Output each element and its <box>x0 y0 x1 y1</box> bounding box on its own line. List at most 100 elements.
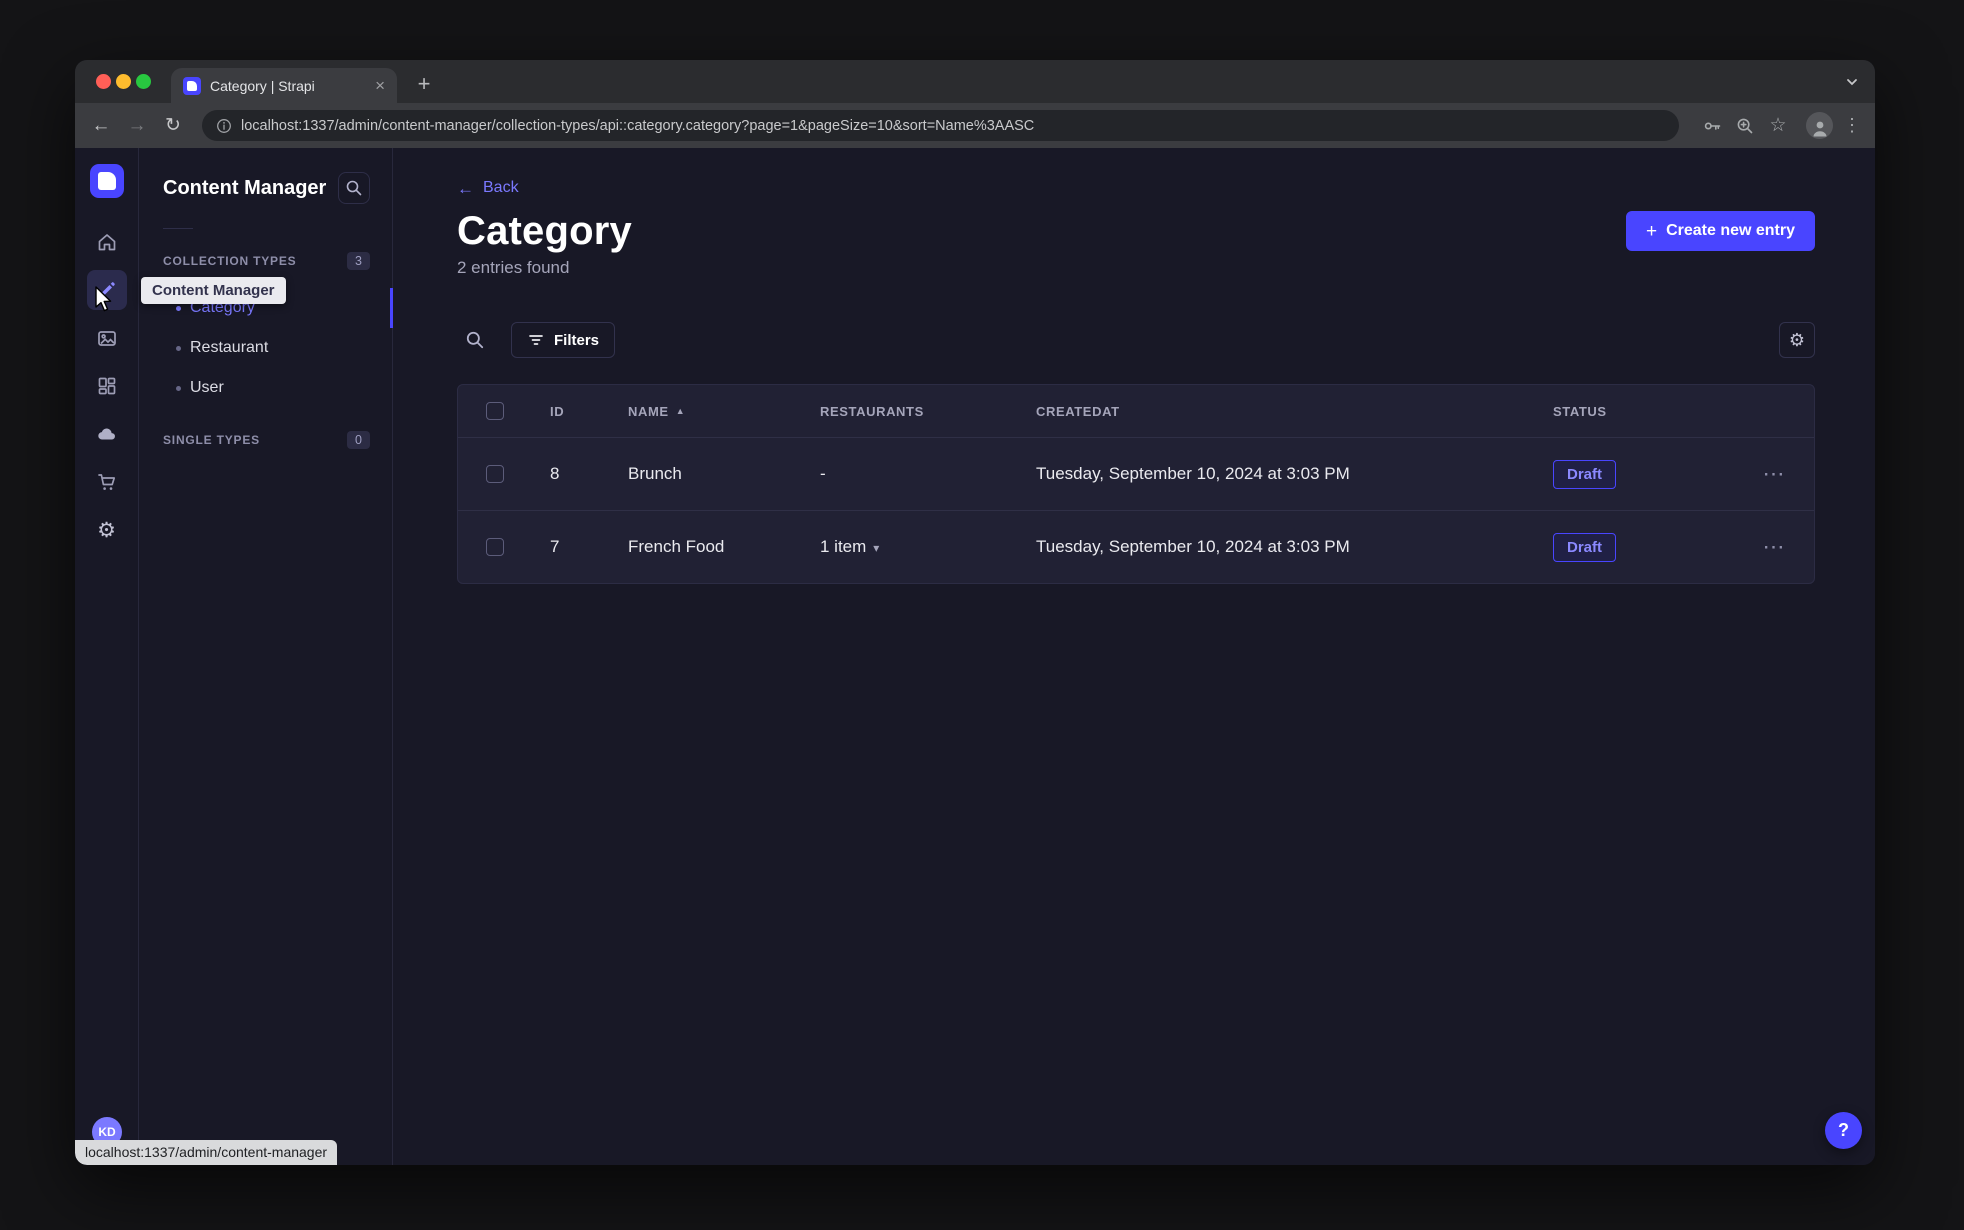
sidebar-item-label: Restaurant <box>190 339 269 356</box>
cell-id: 7 <box>550 537 560 556</box>
zoom-icon[interactable] <box>1731 112 1759 140</box>
bookmark-star-icon[interactable]: ☆ <box>1764 112 1792 140</box>
entries-table: ID NAME ▲ RESTAURANTS CREATEDAT STATUS 8 … <box>457 384 1815 584</box>
home-icon <box>98 234 115 251</box>
new-tab-button[interactable]: + <box>409 69 439 99</box>
zoom-window-button[interactable] <box>136 74 151 89</box>
collection-types-count-badge: 3 <box>347 252 370 270</box>
browser-profile-avatar[interactable] <box>1806 112 1833 139</box>
tab-title: Category | Strapi <box>210 77 315 94</box>
nav-content-type-builder-button[interactable] <box>87 366 127 406</box>
bullet-icon <box>176 385 181 391</box>
sidebar-divider <box>163 228 193 229</box>
nav-media-library-button[interactable] <box>87 318 127 358</box>
nav-settings-button[interactable]: ⚙ <box>87 510 127 550</box>
browser-tab[interactable]: Category | Strapi × <box>171 68 397 103</box>
cell-name: French Food <box>628 537 725 556</box>
nav-home-button[interactable] <box>87 222 127 262</box>
sidebar-item-label: User <box>190 379 224 396</box>
search-icon <box>466 331 484 349</box>
url-text: localhost:1337/admin/content-manager/col… <box>241 117 1035 134</box>
browser-back-button[interactable]: ← <box>86 111 116 141</box>
picture-icon <box>97 331 116 346</box>
browser-toolbar: ← → ↻ localhost:1337/admin/content-manag… <box>75 103 1875 148</box>
header-name[interactable]: NAME ▲ <box>610 404 802 419</box>
browser-menu-icon[interactable]: ⋮ <box>1843 115 1861 136</box>
header-id[interactable]: ID <box>532 404 610 419</box>
tab-strip: Category | Strapi × + <box>75 60 1875 103</box>
layout-icon <box>98 377 115 395</box>
single-types-label: SINGLE TYPES <box>163 433 260 447</box>
minimize-window-button[interactable] <box>116 74 131 89</box>
collection-types-label: COLLECTION TYPES <box>163 254 297 268</box>
tab-close-icon[interactable]: × <box>373 77 387 94</box>
address-bar[interactable]: localhost:1337/admin/content-manager/col… <box>202 110 1679 141</box>
gear-icon: ⚙ <box>1788 330 1806 350</box>
cart-icon <box>97 474 115 490</box>
browser-window: Category | Strapi × + ← → ↻ localhost:13… <box>75 60 1875 1165</box>
close-window-button[interactable] <box>96 74 111 89</box>
bullet-icon <box>176 345 181 351</box>
password-manager-icon[interactable] <box>1698 112 1726 140</box>
pencil-icon <box>99 282 115 297</box>
cell-restaurants[interactable]: 1 item ▾ <box>802 537 1018 557</box>
sidebar-title: Content Manager <box>163 176 327 199</box>
cell-id: 8 <box>550 464 560 483</box>
browser-forward-button[interactable]: → <box>122 111 152 141</box>
list-search-button[interactable] <box>457 322 493 358</box>
help-button[interactable]: ? <box>1825 1112 1862 1149</box>
cell-createdat: Tuesday, September 10, 2024 at 3:03 PM <box>1036 464 1350 483</box>
sidebar-item-user[interactable]: User <box>139 368 392 408</box>
chevron-down-icon: ▾ <box>873 541 880 555</box>
nav-marketplace-button[interactable] <box>87 462 127 502</box>
traffic-lights <box>96 60 151 103</box>
row-checkbox[interactable] <box>486 465 504 483</box>
table-header-row: ID NAME ▲ RESTAURANTS CREATEDAT STATUS <box>458 385 1814 437</box>
rail-tooltip: Content Manager <box>141 277 286 304</box>
header-createdat[interactable]: CREATEDAT <box>1018 404 1535 419</box>
back-label: Back <box>483 179 519 196</box>
entries-count: 2 entries found <box>457 258 570 277</box>
filter-icon <box>529 335 543 345</box>
bullet-icon <box>176 305 181 311</box>
strapi-logo[interactable] <box>89 164 124 198</box>
create-button-label: Create new entry <box>1666 222 1795 239</box>
filters-button[interactable]: Filters <box>511 322 616 358</box>
row-checkbox[interactable] <box>486 538 504 556</box>
link-status-bubble: localhost:1337/admin/content-manager <box>75 1140 338 1165</box>
cell-name: Brunch <box>628 464 682 483</box>
row-actions-button[interactable]: ⋯ <box>1716 534 1814 560</box>
sidebar-item-restaurant[interactable]: Restaurant <box>139 328 392 368</box>
main-nav-rail: ⚙ KD <box>75 148 139 1165</box>
sidebar-search-button[interactable] <box>338 172 370 204</box>
row-actions-button[interactable]: ⋯ <box>1716 461 1814 487</box>
header-status: STATUS <box>1553 403 1607 419</box>
filters-label: Filters <box>554 331 600 349</box>
cell-restaurants: - <box>820 464 826 483</box>
create-new-entry-button[interactable]: + Create new entry <box>1625 211 1815 251</box>
tab-search-chevron-icon[interactable] <box>1843 60 1861 103</box>
view-settings-button[interactable]: ⚙ <box>1779 322 1815 358</box>
arrow-left-icon: ← <box>457 178 474 198</box>
select-all-checkbox[interactable] <box>486 402 504 420</box>
strapi-favicon-icon <box>183 76 201 95</box>
back-link[interactable]: ← Back <box>457 176 519 200</box>
single-types-count-badge: 0 <box>347 431 370 449</box>
nav-content-manager-button[interactable] <box>86 270 127 310</box>
browser-reload-button[interactable]: ↻ <box>158 111 188 141</box>
table-row[interactable]: 7 French Food 1 item ▾ Tuesday, September… <box>458 510 1814 583</box>
sort-asc-icon: ▲ <box>675 405 686 416</box>
strapi-admin: ⚙ KD Content Manager COLLECTION TYPES 3 … <box>75 148 1875 1165</box>
nav-cloud-button[interactable] <box>87 414 127 454</box>
cell-createdat: Tuesday, September 10, 2024 at 3:03 PM <box>1036 537 1350 556</box>
search-icon <box>346 180 362 196</box>
plus-icon: + <box>1645 220 1658 242</box>
gear-icon: ⚙ <box>97 518 116 542</box>
status-badge: Draft <box>1553 532 1617 562</box>
list-view: ← Back Category + Create new entry 2 ent… <box>393 148 1875 1165</box>
page-title: Category <box>457 209 632 253</box>
header-restaurants: RESTAURANTS <box>820 403 924 419</box>
site-info-icon[interactable] <box>216 118 232 134</box>
status-badge: Draft <box>1553 459 1617 489</box>
table-row[interactable]: 8 Brunch - Tuesday, September 10, 2024 a… <box>458 437 1814 510</box>
